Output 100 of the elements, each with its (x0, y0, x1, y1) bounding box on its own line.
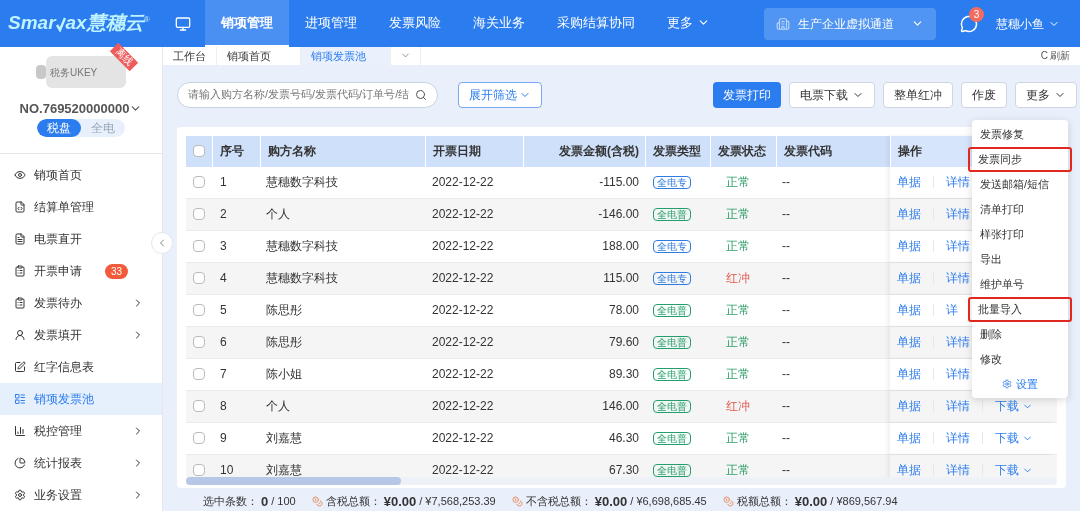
device-number[interactable]: NO.769520000000 (19, 99, 143, 119)
row-action-link[interactable]: 详情 (946, 461, 970, 477)
row-action-link[interactable]: 单据 (897, 397, 921, 415)
toolbar-button[interactable]: 电票下载 (789, 81, 875, 108)
invoice-status: 红冲 (726, 399, 750, 413)
row-checkbox[interactable] (193, 432, 205, 444)
invoice-amount: 188.00 (602, 239, 639, 253)
row-number: 10 (220, 463, 234, 477)
row-action-link[interactable]: 详情 (946, 429, 970, 447)
row-action-link[interactable]: 详情 (946, 333, 970, 351)
invoice-code: -- (782, 175, 790, 189)
invoice-code: -- (782, 303, 790, 317)
sidebar-item[interactable]: 红字信息表 (0, 351, 162, 383)
nav-tab[interactable]: 海关业务 (457, 0, 541, 47)
menu-item[interactable]: 修改 (972, 347, 1068, 372)
row-checkbox[interactable] (193, 208, 205, 220)
row-action-link[interactable]: 单据 (897, 269, 921, 287)
download-link[interactable]: 下载 (995, 461, 1033, 477)
scrollbar[interactable] (186, 476, 401, 485)
sidebar-item[interactable]: 业务设置 (0, 479, 162, 511)
row-action-link[interactable]: 单据 (897, 333, 921, 351)
row-action-link[interactable]: 单据 (897, 301, 921, 319)
row-checkbox[interactable] (193, 400, 205, 412)
sidebar-item[interactable]: 销项发票池 (0, 383, 162, 415)
nav-tab[interactable]: 发票风险 (373, 0, 457, 47)
column-header: 发票类型 (653, 143, 701, 160)
row-checkbox[interactable] (193, 336, 205, 348)
summary-label: 税额总额： (736, 494, 792, 509)
page-tab[interactable]: 工作台 (163, 47, 217, 65)
mode-toggle[interactable]: 全电 (81, 118, 125, 137)
toolbar-button[interactable]: 作废 (961, 81, 1007, 108)
usb-connector (36, 65, 46, 79)
row-action-link[interactable]: 单据 (897, 237, 921, 255)
row-checkbox[interactable] (193, 368, 205, 380)
monitor-icon[interactable] (175, 15, 191, 32)
row-action-link[interactable]: 详情 (946, 237, 970, 255)
row-action-link[interactable]: 单据 (897, 205, 921, 223)
row-action-link[interactable]: 详情 (946, 397, 970, 415)
nav-tab[interactable]: 进项管理 (289, 0, 373, 47)
menu-item[interactable]: 发票同步 (968, 147, 1072, 172)
invoice-code: -- (782, 207, 790, 221)
row-action-link[interactable]: 单据 (897, 429, 921, 447)
invoice-date: 2022-12-22 (432, 399, 494, 413)
notification-badge: 3 (969, 6, 984, 22)
row-checkbox[interactable] (193, 240, 205, 252)
row-action-link[interactable]: 单据 (897, 173, 921, 191)
menu-item[interactable]: 样张打印 (972, 222, 1068, 247)
invoice-status: 正常 (726, 463, 750, 477)
download-link[interactable]: 下载 (995, 397, 1033, 415)
expand-filter-button[interactable]: 展开筛选 (458, 81, 542, 108)
nav-tab[interactable]: 采购结算协同 (541, 0, 651, 47)
channel-select[interactable]: 生产企业虚拟通道 (764, 7, 936, 40)
search-field[interactable]: 请输入购方名称/发票号码/发票代码/订单号/结 (177, 81, 438, 108)
sidebar-item[interactable]: 统计报表 (0, 447, 162, 479)
row-checkbox[interactable] (193, 464, 205, 476)
nav-tab[interactable]: 销项管理 (205, 0, 289, 47)
toolbar-button[interactable]: 更多 (1015, 81, 1077, 108)
row-checkbox[interactable] (193, 272, 205, 284)
invoice-date: 2022-12-22 (432, 239, 494, 253)
invoice-type-tag: 全电普 (653, 368, 691, 381)
row-action-link[interactable]: 详情 (946, 269, 970, 287)
summary-value: 0 (261, 492, 269, 511)
sidebar-item[interactable]: 税控管理 (0, 415, 162, 447)
row-action-link[interactable]: 详情 (946, 205, 970, 223)
refresh-button[interactable]: C 刷新 (1040, 47, 1070, 65)
sidebar-item[interactable]: 销项首页 (0, 159, 162, 191)
user-menu[interactable]: 慧穗小鱼 (996, 14, 1060, 33)
toolbar-button[interactable]: 发票打印 (713, 81, 781, 108)
sidebar-item[interactable]: 开票申请 33 (0, 255, 162, 287)
nav-tab[interactable]: 更多 (651, 0, 726, 47)
invoice-status: 正常 (726, 175, 750, 189)
menu-item[interactable]: 批量导入 (968, 297, 1072, 322)
menu-item[interactable]: 发票修复 (972, 122, 1068, 147)
summary-value: ¥0.00 (594, 492, 628, 511)
menu-item[interactable]: 维护单号 (972, 272, 1068, 297)
mode-toggle[interactable]: 税盘 (37, 118, 81, 137)
menu-item[interactable]: 删除 (972, 322, 1068, 347)
row-action-link[interactable]: 单据 (897, 461, 921, 477)
menu-item[interactable]: 清单打印 (972, 197, 1068, 222)
sidebar-item[interactable]: 发票填开 (0, 319, 162, 351)
row-action-link[interactable]: 详情 (946, 365, 970, 383)
row-checkbox[interactable] (193, 304, 205, 316)
download-link[interactable]: 下载 (995, 429, 1033, 447)
collapse-button[interactable] (151, 232, 173, 254)
invoice-type-tag: 全电普 (653, 208, 691, 221)
page-tab[interactable]: 销项发票池 (301, 47, 391, 65)
toolbar-button[interactable]: 整单红冲 (883, 81, 953, 108)
row-action-link[interactable]: 详情 (946, 173, 970, 191)
menu-item[interactable]: 导出 (972, 247, 1068, 272)
menu-item[interactable]: 发送邮箱/短信 (972, 172, 1068, 197)
invoice-amount: 67.30 (608, 463, 639, 477)
row-checkbox[interactable] (193, 176, 205, 188)
settings-button[interactable]: 设置 (972, 372, 1068, 396)
row-action-link[interactable]: 详 (946, 301, 958, 319)
search-icon[interactable] (415, 88, 427, 101)
select-all-checkbox[interactable] (193, 145, 205, 157)
invoice-date: 2022-12-22 (432, 175, 494, 189)
sidebar-item[interactable]: 发票待办 (0, 287, 162, 319)
row-action-link[interactable]: 单据 (897, 365, 921, 383)
sidebar-item[interactable]: 结算单管理 (0, 191, 162, 223)
